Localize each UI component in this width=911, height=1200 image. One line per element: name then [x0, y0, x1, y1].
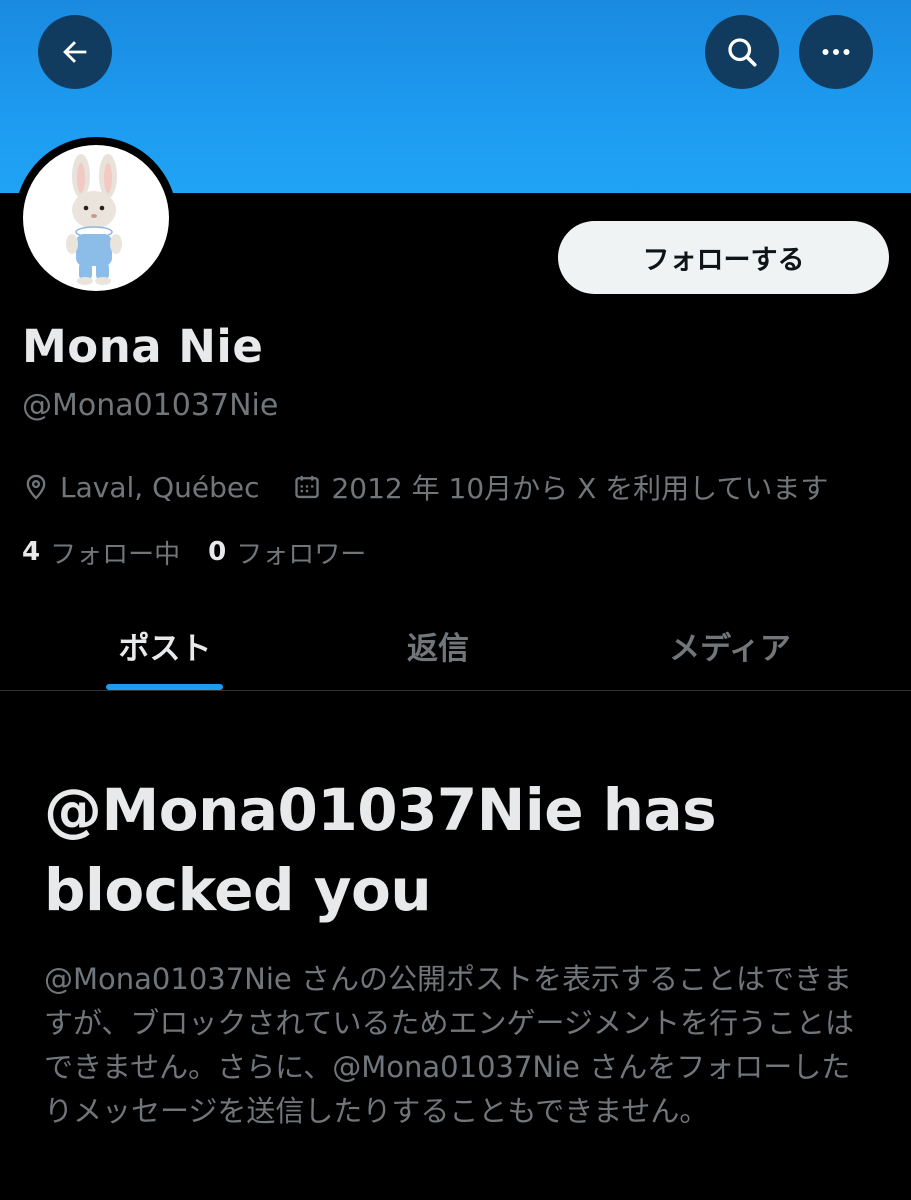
following-count: 4 — [22, 537, 41, 567]
back-button[interactable] — [38, 15, 112, 89]
user-handle: @Mona01037Nie — [22, 388, 279, 423]
blocked-title: @Mona01037Nie has blocked you — [44, 776, 717, 924]
more-button[interactable] — [799, 15, 873, 89]
location: Laval, Québec — [22, 471, 259, 504]
arrow-left-icon — [63, 41, 87, 63]
location-pin-icon — [26, 474, 46, 500]
following-link[interactable]: 4 フォロー中 — [22, 534, 180, 571]
avatar-border — [15, 137, 177, 299]
tab-posts[interactable]: ポスト — [60, 600, 270, 690]
location-text: Laval, Québec — [60, 470, 260, 504]
following-label: フォロー中 — [50, 539, 181, 570]
join-date-text: 2012 年 10月から X を利用しています — [331, 472, 829, 505]
follow-stats: 4 フォロー中 0 フォロワー — [22, 532, 366, 572]
display-name: Mona Nie — [22, 320, 264, 373]
more-horizontal-icon — [822, 49, 850, 55]
rabbit-figurine-icon — [66, 154, 122, 285]
search-icon — [728, 38, 757, 67]
join-date: 2012 年 10月から X を利用しています — [293, 467, 828, 507]
followers-count: 0 — [208, 537, 227, 567]
avatar[interactable] — [23, 145, 169, 291]
tab-media[interactable]: メディア — [625, 600, 835, 690]
follow-button[interactable]: フォローする — [558, 221, 889, 294]
tab-replies[interactable]: 返信 — [333, 600, 543, 690]
active-tab-indicator — [106, 684, 223, 690]
blocked-description: @Mona01037Nie さんの公開ポストを表示することはできますが、ブロック… — [44, 962, 854, 1128]
calendar-icon — [295, 475, 320, 499]
profile-meta: Laval, Québec 2012 年 10月から X を利用しています — [22, 467, 828, 507]
followers-link[interactable]: 0 フォロワー — [208, 534, 366, 571]
profile-tabs: ポスト 返信 メディア — [0, 600, 911, 691]
followers-label: フォロワー — [236, 539, 367, 570]
search-button[interactable] — [705, 15, 779, 89]
